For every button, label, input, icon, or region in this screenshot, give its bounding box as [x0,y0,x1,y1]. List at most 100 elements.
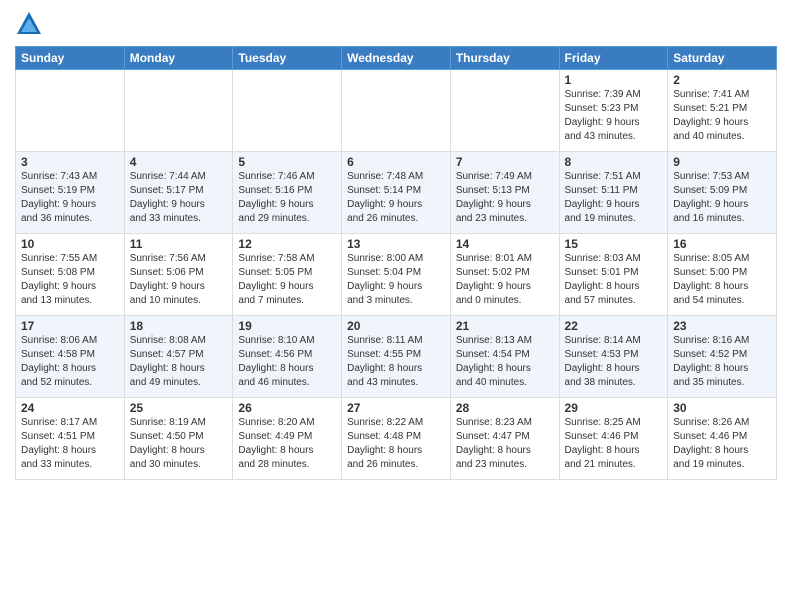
day-cell: 19Sunrise: 8:10 AM Sunset: 4:56 PM Dayli… [233,316,342,398]
day-cell: 22Sunrise: 8:14 AM Sunset: 4:53 PM Dayli… [559,316,668,398]
day-cell: 11Sunrise: 7:56 AM Sunset: 5:06 PM Dayli… [124,234,233,316]
day-number: 12 [238,237,336,251]
day-info: Sunrise: 7:44 AM Sunset: 5:17 PM Dayligh… [130,170,228,226]
day-number: 22 [565,319,663,333]
day-info: Sunrise: 8:17 AM Sunset: 4:51 PM Dayligh… [21,416,119,472]
week-row-0: 1Sunrise: 7:39 AM Sunset: 5:23 PM Daylig… [16,70,777,152]
day-info: Sunrise: 8:00 AM Sunset: 5:04 PM Dayligh… [347,252,445,308]
day-number: 5 [238,155,336,169]
day-cell [233,70,342,152]
day-number: 6 [347,155,445,169]
day-number: 29 [565,401,663,415]
week-row-4: 24Sunrise: 8:17 AM Sunset: 4:51 PM Dayli… [16,398,777,480]
day-cell: 27Sunrise: 8:22 AM Sunset: 4:48 PM Dayli… [342,398,451,480]
day-cell: 3Sunrise: 7:43 AM Sunset: 5:19 PM Daylig… [16,152,125,234]
day-number: 4 [130,155,228,169]
calendar: SundayMondayTuesdayWednesdayThursdayFrid… [15,46,777,480]
day-number: 24 [21,401,119,415]
week-row-3: 17Sunrise: 8:06 AM Sunset: 4:58 PM Dayli… [16,316,777,398]
logo-icon [15,10,43,38]
day-info: Sunrise: 8:11 AM Sunset: 4:55 PM Dayligh… [347,334,445,390]
day-number: 21 [456,319,554,333]
day-info: Sunrise: 7:58 AM Sunset: 5:05 PM Dayligh… [238,252,336,308]
day-info: Sunrise: 7:41 AM Sunset: 5:21 PM Dayligh… [673,88,771,144]
day-info: Sunrise: 8:06 AM Sunset: 4:58 PM Dayligh… [21,334,119,390]
day-info: Sunrise: 7:39 AM Sunset: 5:23 PM Dayligh… [565,88,663,144]
day-cell: 13Sunrise: 8:00 AM Sunset: 5:04 PM Dayli… [342,234,451,316]
day-number: 14 [456,237,554,251]
day-info: Sunrise: 7:49 AM Sunset: 5:13 PM Dayligh… [456,170,554,226]
day-cell: 23Sunrise: 8:16 AM Sunset: 4:52 PM Dayli… [668,316,777,398]
day-cell [342,70,451,152]
day-cell [16,70,125,152]
day-info: Sunrise: 7:48 AM Sunset: 5:14 PM Dayligh… [347,170,445,226]
day-info: Sunrise: 7:55 AM Sunset: 5:08 PM Dayligh… [21,252,119,308]
day-info: Sunrise: 7:46 AM Sunset: 5:16 PM Dayligh… [238,170,336,226]
day-info: Sunrise: 8:01 AM Sunset: 5:02 PM Dayligh… [456,252,554,308]
day-number: 23 [673,319,771,333]
day-cell: 15Sunrise: 8:03 AM Sunset: 5:01 PM Dayli… [559,234,668,316]
day-cell: 8Sunrise: 7:51 AM Sunset: 5:11 PM Daylig… [559,152,668,234]
day-number: 8 [565,155,663,169]
day-number: 13 [347,237,445,251]
day-info: Sunrise: 8:16 AM Sunset: 4:52 PM Dayligh… [673,334,771,390]
day-info: Sunrise: 7:53 AM Sunset: 5:09 PM Dayligh… [673,170,771,226]
day-number: 25 [130,401,228,415]
day-info: Sunrise: 8:10 AM Sunset: 4:56 PM Dayligh… [238,334,336,390]
day-number: 20 [347,319,445,333]
day-info: Sunrise: 8:03 AM Sunset: 5:01 PM Dayligh… [565,252,663,308]
col-header-tuesday: Tuesday [233,47,342,70]
col-header-thursday: Thursday [450,47,559,70]
day-number: 11 [130,237,228,251]
day-cell: 7Sunrise: 7:49 AM Sunset: 5:13 PM Daylig… [450,152,559,234]
week-row-1: 3Sunrise: 7:43 AM Sunset: 5:19 PM Daylig… [16,152,777,234]
day-info: Sunrise: 8:13 AM Sunset: 4:54 PM Dayligh… [456,334,554,390]
day-cell: 30Sunrise: 8:26 AM Sunset: 4:46 PM Dayli… [668,398,777,480]
calendar-header-row: SundayMondayTuesdayWednesdayThursdayFrid… [16,47,777,70]
day-number: 9 [673,155,771,169]
day-number: 3 [21,155,119,169]
logo [15,10,47,38]
day-cell: 2Sunrise: 7:41 AM Sunset: 5:21 PM Daylig… [668,70,777,152]
day-info: Sunrise: 8:19 AM Sunset: 4:50 PM Dayligh… [130,416,228,472]
day-cell [124,70,233,152]
day-cell: 26Sunrise: 8:20 AM Sunset: 4:49 PM Dayli… [233,398,342,480]
day-cell: 6Sunrise: 7:48 AM Sunset: 5:14 PM Daylig… [342,152,451,234]
col-header-friday: Friday [559,47,668,70]
week-row-2: 10Sunrise: 7:55 AM Sunset: 5:08 PM Dayli… [16,234,777,316]
day-cell: 14Sunrise: 8:01 AM Sunset: 5:02 PM Dayli… [450,234,559,316]
day-info: Sunrise: 8:26 AM Sunset: 4:46 PM Dayligh… [673,416,771,472]
day-cell: 4Sunrise: 7:44 AM Sunset: 5:17 PM Daylig… [124,152,233,234]
day-number: 30 [673,401,771,415]
day-info: Sunrise: 8:20 AM Sunset: 4:49 PM Dayligh… [238,416,336,472]
day-info: Sunrise: 8:23 AM Sunset: 4:47 PM Dayligh… [456,416,554,472]
day-cell: 25Sunrise: 8:19 AM Sunset: 4:50 PM Dayli… [124,398,233,480]
day-cell: 21Sunrise: 8:13 AM Sunset: 4:54 PM Dayli… [450,316,559,398]
col-header-wednesday: Wednesday [342,47,451,70]
day-cell: 16Sunrise: 8:05 AM Sunset: 5:00 PM Dayli… [668,234,777,316]
day-number: 10 [21,237,119,251]
day-cell: 29Sunrise: 8:25 AM Sunset: 4:46 PM Dayli… [559,398,668,480]
col-header-sunday: Sunday [16,47,125,70]
day-info: Sunrise: 8:22 AM Sunset: 4:48 PM Dayligh… [347,416,445,472]
col-header-monday: Monday [124,47,233,70]
day-number: 2 [673,73,771,87]
day-info: Sunrise: 7:56 AM Sunset: 5:06 PM Dayligh… [130,252,228,308]
day-cell: 28Sunrise: 8:23 AM Sunset: 4:47 PM Dayli… [450,398,559,480]
page-container: SundayMondayTuesdayWednesdayThursdayFrid… [0,0,792,612]
day-number: 1 [565,73,663,87]
day-info: Sunrise: 8:05 AM Sunset: 5:00 PM Dayligh… [673,252,771,308]
day-cell: 17Sunrise: 8:06 AM Sunset: 4:58 PM Dayli… [16,316,125,398]
day-cell: 1Sunrise: 7:39 AM Sunset: 5:23 PM Daylig… [559,70,668,152]
day-info: Sunrise: 7:51 AM Sunset: 5:11 PM Dayligh… [565,170,663,226]
day-number: 28 [456,401,554,415]
day-info: Sunrise: 8:25 AM Sunset: 4:46 PM Dayligh… [565,416,663,472]
day-cell [450,70,559,152]
day-info: Sunrise: 8:14 AM Sunset: 4:53 PM Dayligh… [565,334,663,390]
day-number: 26 [238,401,336,415]
day-number: 19 [238,319,336,333]
day-cell: 10Sunrise: 7:55 AM Sunset: 5:08 PM Dayli… [16,234,125,316]
day-cell: 20Sunrise: 8:11 AM Sunset: 4:55 PM Dayli… [342,316,451,398]
day-number: 16 [673,237,771,251]
day-info: Sunrise: 7:43 AM Sunset: 5:19 PM Dayligh… [21,170,119,226]
